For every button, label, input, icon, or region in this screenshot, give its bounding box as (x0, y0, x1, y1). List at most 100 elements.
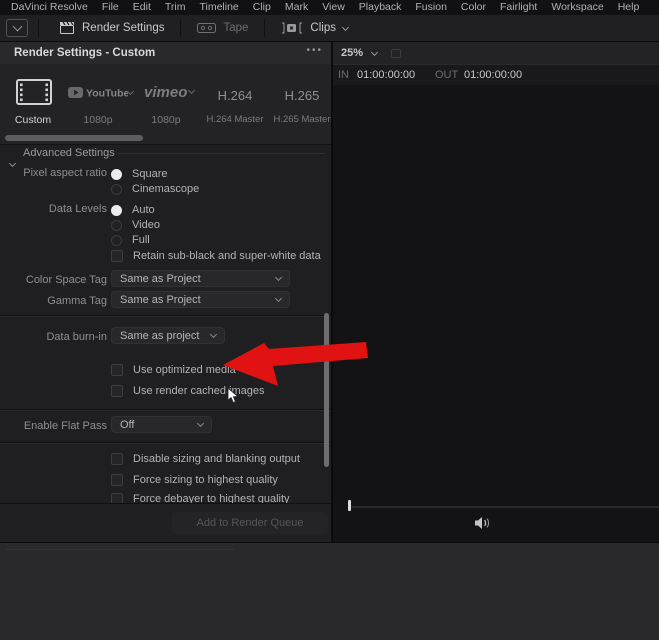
tape-label: Tape (223, 22, 249, 34)
menu-item-edit[interactable]: Edit (126, 0, 158, 15)
radio-icon[interactable] (111, 183, 122, 195)
checkbox-use-render-cached[interactable]: Use render cached images (111, 384, 264, 398)
checkbox-label: Retain sub-black and super-white data (133, 250, 321, 262)
clapperboard-icon (60, 21, 74, 34)
clips-button[interactable]: Clips (275, 15, 354, 41)
checkbox-retain-subblack[interactable]: Retain sub-black and super-white data (111, 249, 321, 263)
tape-button[interactable]: Tape (191, 15, 254, 41)
radio-label: Auto (132, 204, 155, 216)
toolbar-divider (180, 19, 182, 37)
radio-cinemascope[interactable]: Cinemascope (111, 182, 199, 196)
chevron-down-icon (187, 86, 196, 95)
toolbar: Render Settings Tape Clips (0, 15, 659, 42)
render-settings-panel: Render Settings - Custom ••• Custom YouT… (0, 42, 331, 542)
advanced-settings-header[interactable]: Advanced Settings (23, 147, 115, 159)
chevron-down-icon (370, 48, 379, 56)
data-burn-in-dropdown[interactable]: Same as project (111, 327, 225, 344)
preset-youtube[interactable]: YouTube 1080p (64, 64, 135, 144)
preset-strip: Custom YouTube 1080p vimeo 1080p H.264 H… (0, 64, 331, 145)
enable-flat-pass-label: Enable Flat Pass (23, 420, 107, 432)
preset-h265[interactable]: H.265 H.265 Master (270, 64, 331, 144)
menu-item-mark[interactable]: Mark (278, 0, 315, 15)
checkbox-icon[interactable] (111, 250, 123, 262)
youtube-logo: YouTube (68, 87, 128, 99)
pixel-aspect-ratio-label: Pixel aspect ratio (23, 167, 107, 179)
menu-bar: DaVinci Resolve File Edit Trim Timeline … (0, 0, 659, 15)
preset-label: 1080p (151, 114, 181, 126)
radio-square[interactable]: Square (111, 167, 167, 181)
menu-item-color[interactable]: Color (454, 0, 493, 15)
preset-scrollbar[interactable] (5, 135, 143, 141)
menu-item-app[interactable]: DaVinci Resolve (4, 0, 95, 15)
panel-options-icon[interactable]: ••• (306, 45, 323, 56)
settings-scrollbar[interactable] (324, 313, 329, 467)
toolbar-divider (264, 19, 266, 37)
checkbox-icon[interactable] (111, 474, 123, 486)
preset-label: 1080p (83, 114, 113, 126)
menu-item-fairlight[interactable]: Fairlight (493, 0, 544, 15)
radio-video[interactable]: Video (111, 218, 160, 232)
main-area: Render Settings - Custom ••• Custom YouT… (0, 42, 659, 543)
checkbox-icon[interactable] (111, 364, 123, 376)
chevron-down-icon (341, 23, 350, 31)
preset-h264[interactable]: H.264 H.264 Master (202, 64, 268, 144)
menu-item-clip[interactable]: Clip (246, 0, 278, 15)
color-space-tag-dropdown[interactable]: Same as Project (111, 270, 290, 287)
out-timecode: 01:00:00:00 (464, 69, 523, 81)
radio-label: Full (132, 234, 150, 246)
menu-item-view[interactable]: View (315, 0, 352, 15)
color-space-tag-label: Color Space Tag (25, 274, 107, 286)
preset-label: H.265 Master (273, 114, 331, 125)
panel-header: Render Settings - Custom ••• (0, 42, 331, 64)
menu-item-help[interactable]: Help (611, 0, 647, 15)
gamma-tag-label: Gamma Tag (47, 295, 107, 307)
panel-expander-button[interactable] (6, 19, 28, 37)
radio-icon[interactable] (111, 234, 122, 246)
checkbox-icon[interactable] (111, 453, 123, 465)
viewer-option-icon[interactable] (391, 48, 402, 58)
checkbox-label: Use render cached images (133, 385, 265, 397)
radio-icon[interactable] (111, 204, 122, 216)
volume-icon[interactable] (474, 516, 490, 530)
checkbox-icon[interactable] (111, 385, 123, 397)
radio-full[interactable]: Full (111, 233, 150, 247)
render-settings-button[interactable]: Render Settings (53, 15, 170, 41)
checkbox-icon[interactable] (111, 493, 123, 503)
out-label: OUT (435, 69, 459, 81)
timeline-scrubber[interactable] (350, 506, 659, 508)
panel-footer: Add to Render Queue (0, 503, 331, 542)
codec-title: H.265 (284, 88, 320, 103)
checkbox-use-optimized-media[interactable]: Use optimized media (111, 363, 236, 377)
menu-item-playback[interactable]: Playback (352, 0, 409, 15)
menu-item-workspace[interactable]: Workspace (544, 0, 610, 15)
checkbox-force-debayer[interactable]: Force debayer to highest quality (111, 492, 290, 503)
menu-item-file[interactable]: File (95, 0, 126, 15)
panel-title: Render Settings - Custom (14, 47, 156, 59)
checkbox-disable-sizing[interactable]: Disable sizing and blanking output (111, 452, 300, 466)
menu-item-timeline[interactable]: Timeline (192, 0, 245, 15)
preset-label: H.264 Master (206, 114, 264, 125)
section-rule (118, 153, 325, 154)
background-seam (6, 549, 234, 550)
radio-auto[interactable]: Auto (111, 203, 155, 217)
viewer-zoom-dropdown[interactable]: 25% (333, 47, 379, 59)
chevron-down-icon (209, 330, 218, 339)
radio-icon[interactable] (111, 219, 122, 231)
tape-icon (197, 23, 217, 33)
gamma-tag-dropdown[interactable]: Same as Project (111, 291, 290, 308)
in-timecode: 01:00:00:00 (357, 69, 416, 81)
add-to-render-queue-button[interactable]: Add to Render Queue (172, 512, 328, 534)
preset-custom[interactable]: Custom (4, 64, 62, 144)
menu-item-fusion[interactable]: Fusion (408, 0, 454, 15)
checkbox-force-sizing[interactable]: Force sizing to highest quality (111, 473, 278, 487)
codec-title: H.264 (217, 88, 253, 103)
radio-label: Cinemascope (132, 183, 200, 195)
radio-icon[interactable] (111, 168, 122, 180)
enable-flat-pass-dropdown[interactable]: Off (111, 416, 212, 433)
filmstrip-icon (16, 79, 52, 105)
checkbox-label: Disable sizing and blanking output (133, 453, 300, 465)
preset-vimeo[interactable]: vimeo 1080p (134, 64, 198, 144)
menu-item-trim[interactable]: Trim (158, 0, 193, 15)
toolbar-divider (38, 19, 39, 37)
playhead-marker[interactable] (348, 500, 351, 511)
